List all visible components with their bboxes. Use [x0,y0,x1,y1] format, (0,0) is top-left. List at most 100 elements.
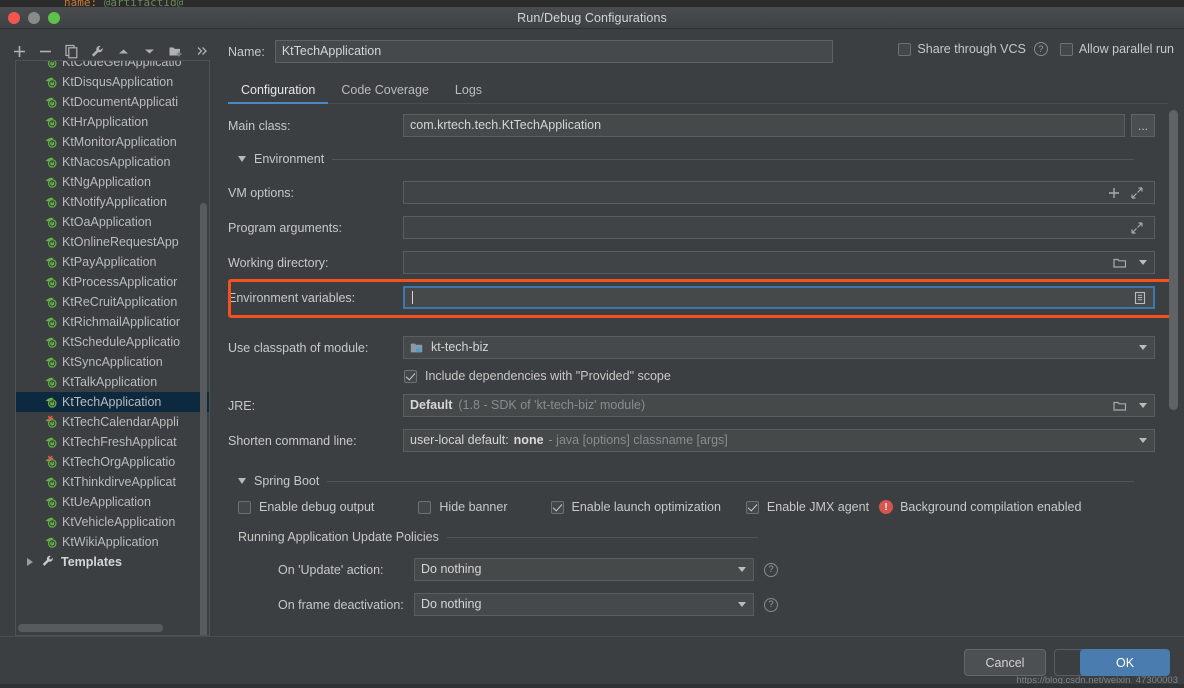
expand-triangle-icon[interactable] [27,558,33,566]
form-vertical-scrollbar[interactable] [1169,110,1178,410]
shorten-command-line-label: Shorten command line: [228,434,403,448]
spring-boot-icon [44,375,59,390]
configuration-list-item[interactable]: KtThinkdirveApplicat [16,472,210,492]
minimize-button[interactable] [28,12,40,24]
share-help-icon[interactable]: ? [1034,42,1048,56]
configuration-list-item[interactable]: KtVehicleApplication [16,512,210,532]
shorten-command-line-dropdown-icon[interactable] [1131,430,1154,451]
configuration-list-item[interactable]: KtHrApplication [16,112,210,132]
tab-configuration[interactable]: Configuration [228,83,328,103]
configuration-list-item[interactable]: KtDisqusApplication [16,72,210,92]
on-update-action-help-icon[interactable]: ? [764,563,778,577]
working-directory-input[interactable] [403,251,1155,274]
allow-parallel-run-option[interactable]: Allow parallel run [1060,42,1174,56]
configuration-list-item[interactable]: KtTechCalendarAppli [16,412,210,432]
classpath-module-dropdown-icon[interactable] [1131,337,1154,358]
configuration-list-item[interactable]: KtNgApplication [16,172,210,192]
close-button[interactable] [8,12,20,24]
share-through-vcs-checkbox[interactable] [898,43,911,56]
tab-logs[interactable]: Logs [442,83,495,103]
working-directory-dropdown-icon[interactable] [1131,252,1154,273]
configuration-list-item-label: KtTalkApplication [62,375,157,389]
configuration-list-item-label: KtTechOrgApplicatio [62,455,175,469]
configuration-list-item[interactable]: KtProcessApplicatior [16,272,210,292]
configuration-list-item[interactable]: KtTechApplication [16,392,210,412]
allow-parallel-run-checkbox[interactable] [1060,43,1073,56]
configuration-list-item-label: KtWikiApplication [62,535,159,549]
vm-options-input[interactable] [403,181,1155,204]
environment-collapse-icon[interactable] [238,156,246,162]
configuration-list-item[interactable]: KtRichmailApplicatior [16,312,210,332]
on-update-action-select[interactable]: Do nothing [414,558,754,581]
module-icon [410,342,424,354]
on-update-action-dropdown-icon[interactable] [730,559,753,580]
jre-select[interactable]: Default (1.8 - SDK of 'kt-tech-biz' modu… [403,394,1155,417]
jre-dropdown-icon[interactable] [1131,395,1154,416]
on-frame-deactivation-value: Do nothing [421,594,730,615]
environment-variables-input[interactable] [403,286,1155,309]
name-input[interactable]: KtTechApplication [275,40,833,63]
on-frame-deactivation-dropdown-icon[interactable] [730,594,753,615]
list-vertical-scrollbar[interactable] [200,203,207,636]
spring-boot-section-header[interactable]: Spring Boot [228,474,1148,488]
configuration-list-item[interactable]: KtDocumentApplicati [16,92,210,112]
spring-boot-icon [44,175,59,190]
cancel-button[interactable]: Cancel [964,649,1046,676]
spring-boot-icon [44,155,59,170]
spring-boot-collapse-icon[interactable] [238,478,246,484]
configuration-list-item[interactable]: KtCodeGenApplicatio [16,60,210,72]
warning-icon: ! [879,500,893,514]
shorten-command-line-select[interactable]: user-local default: none - java [options… [403,429,1155,452]
program-arguments-label: Program arguments: [228,221,403,235]
allow-parallel-run-label: Allow parallel run [1079,42,1174,56]
jre-browse-icon[interactable] [1108,395,1131,416]
spring-boot-icon [44,335,59,350]
on-frame-deactivation-select[interactable]: Do nothing [414,593,754,616]
configuration-list-item-label: KtRichmailApplicatior [62,315,180,329]
enable-debug-output-checkbox[interactable] [238,501,251,514]
program-arguments-input[interactable] [403,216,1155,239]
program-arguments-expand-icon[interactable] [1125,217,1148,238]
configuration-list-item[interactable]: KtScheduleApplicatio [16,332,210,352]
classpath-module-select[interactable]: kt-tech-biz [403,336,1155,359]
include-provided-row[interactable]: Include dependencies with "Provided" sco… [404,369,671,383]
environment-section-header[interactable]: Environment [228,152,1148,166]
configuration-list-item-label: KtUeApplication [62,495,151,509]
environment-variables-edit-icon[interactable] [1128,287,1151,308]
tab-code-coverage[interactable]: Code Coverage [328,83,442,103]
configuration-list-item[interactable]: KtNacosApplication [16,152,210,172]
vm-options-expand-icon[interactable] [1125,182,1148,203]
configuration-list-item[interactable]: KtOnlineRequestApp [16,232,210,252]
configuration-list-item[interactable]: KtSyncApplication [16,352,210,372]
configuration-list-item[interactable]: KtWikiApplication [16,532,210,552]
list-horizontal-scrollbar[interactable] [18,624,163,632]
configuration-list-item[interactable]: KtOaApplication [16,212,210,232]
hide-banner-checkbox[interactable] [418,501,431,514]
share-through-vcs-option[interactable]: Share through VCS [898,42,1025,56]
configuration-list-item[interactable]: KtTechFreshApplicat [16,432,210,452]
configuration-list-item[interactable]: KtTalkApplication [16,372,210,392]
configuration-list-item[interactable]: KtUeApplication [16,492,210,512]
on-frame-deactivation-help-icon[interactable]: ? [764,598,778,612]
shorten-value-strong: none [514,430,544,451]
spring-boot-options-row: Enable debug output Hide banner Enable l… [238,500,1081,514]
ok-button[interactable]: OK [1080,649,1170,676]
working-directory-browse-icon[interactable] [1108,252,1131,273]
main-class-input[interactable]: com.krtech.tech.KtTechApplication [403,114,1125,137]
run-debug-configurations-dialog: name: @artifactId@ Run/Debug Configurati… [0,0,1184,688]
configuration-list-item[interactable]: KtNotifyApplication [16,192,210,212]
include-provided-checkbox[interactable] [404,370,417,383]
background-compilation-warning-label: Background compilation enabled [900,500,1081,514]
enable-launch-optimization-checkbox[interactable] [551,501,564,514]
configuration-list-item[interactable]: KtMonitorApplication [16,132,210,152]
zoom-button[interactable] [48,12,60,24]
configurations-list[interactable]: KtBpmApplicationKtCdnApplicationKtCodeGe… [15,60,210,636]
vm-options-add-icon[interactable] [1102,182,1125,203]
configuration-list-item[interactable]: KtPayApplication [16,252,210,272]
configuration-list-item[interactable]: KtTechOrgApplicatio [16,452,210,472]
text-cursor [412,291,1128,304]
configuration-list-item[interactable]: KtReCruitApplication [16,292,210,312]
enable-jmx-agent-checkbox[interactable] [746,501,759,514]
templates-node[interactable]: Templates [16,552,210,572]
main-class-browse-button[interactable]: ... [1131,114,1155,137]
